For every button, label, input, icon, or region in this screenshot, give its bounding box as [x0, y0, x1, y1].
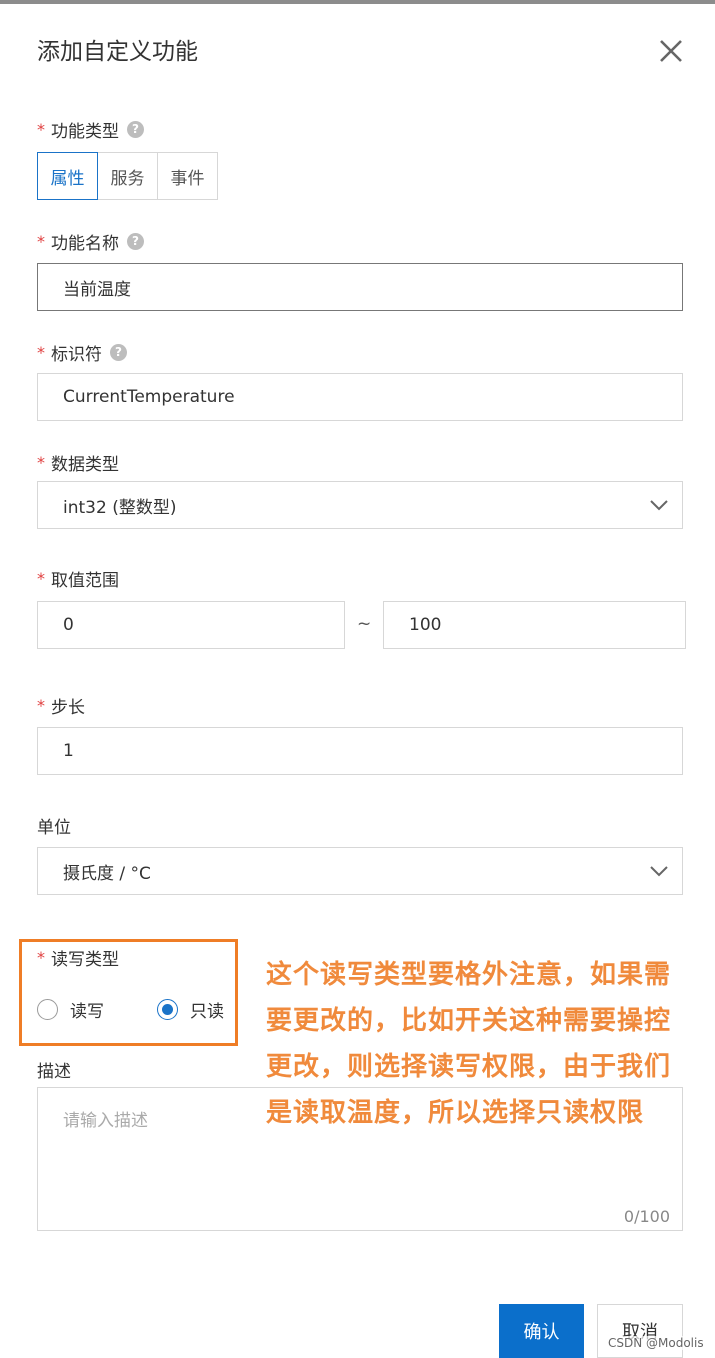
required-star: * — [37, 343, 45, 362]
function-type-option-event[interactable]: 事件 — [157, 152, 218, 200]
required-star: * — [37, 453, 45, 472]
function-name-label: * 功能名称 ? — [37, 229, 144, 254]
unit-value: 摄氏度 / °C — [63, 863, 151, 884]
data-type-label: * 数据类型 — [37, 453, 119, 475]
annotation-note: 这个读写类型要格外注意，如果需要更改的，比如开关这种需要操控更改，则选择读写权限… — [266, 960, 672, 1128]
confirm-button[interactable]: 确认 — [499, 1304, 584, 1358]
dialog-title: 添加自定义功能 — [37, 39, 198, 65]
required-star: * — [37, 232, 45, 251]
help-icon[interactable]: ? — [127, 233, 144, 250]
watermark: CSDN @Modolis — [608, 1336, 704, 1350]
char-counter: 0/100 — [623, 1207, 670, 1226]
required-star: * — [37, 120, 45, 139]
required-star: * — [37, 948, 45, 967]
unit-select[interactable]: 摄氏度 / °C — [37, 847, 683, 895]
identifier-label: * 标识符 ? — [37, 340, 127, 365]
chevron-down-icon — [650, 500, 668, 511]
function-type-option-service[interactable]: 服务 — [97, 152, 158, 200]
identifier-input[interactable]: CurrentTemperature — [37, 373, 683, 421]
function-name-input[interactable]: 当前温度 — [37, 263, 683, 311]
description-placeholder: 请输入描述 — [63, 1111, 148, 1131]
rw-type-label: * 读写类型 — [37, 948, 119, 970]
data-type-value: int32 (整数型) — [63, 497, 177, 518]
range-min-input[interactable]: 0 — [37, 601, 345, 649]
range-separator: ~ — [357, 614, 372, 634]
help-icon[interactable]: ? — [110, 344, 127, 361]
chevron-down-icon — [650, 866, 668, 877]
top-border — [0, 0, 715, 4]
rw-type-option-readonly[interactable]: 只读 — [157, 997, 224, 1022]
required-star: * — [37, 569, 45, 588]
help-icon[interactable]: ? — [127, 121, 144, 138]
radio-unchecked-icon — [37, 999, 58, 1020]
data-type-select[interactable]: int32 (整数型) — [37, 481, 683, 529]
range-max-input[interactable]: 100 — [383, 601, 686, 649]
function-type-option-property[interactable]: 属性 — [37, 152, 98, 200]
close-icon[interactable] — [655, 35, 687, 67]
step-input[interactable]: 1 — [37, 727, 683, 775]
unit-label: 单位 — [37, 818, 71, 838]
function-type-selector: 属性 服务 事件 — [37, 152, 218, 200]
step-label: * 步长 — [37, 696, 85, 718]
required-star: * — [37, 696, 45, 715]
radio-checked-icon — [157, 999, 178, 1020]
rw-type-option-readwrite[interactable]: 读写 — [37, 997, 104, 1022]
description-label: 描述 — [37, 1062, 71, 1082]
value-range-label: * 取值范围 — [37, 569, 119, 591]
function-type-label: * 功能类型 ? — [37, 117, 144, 142]
